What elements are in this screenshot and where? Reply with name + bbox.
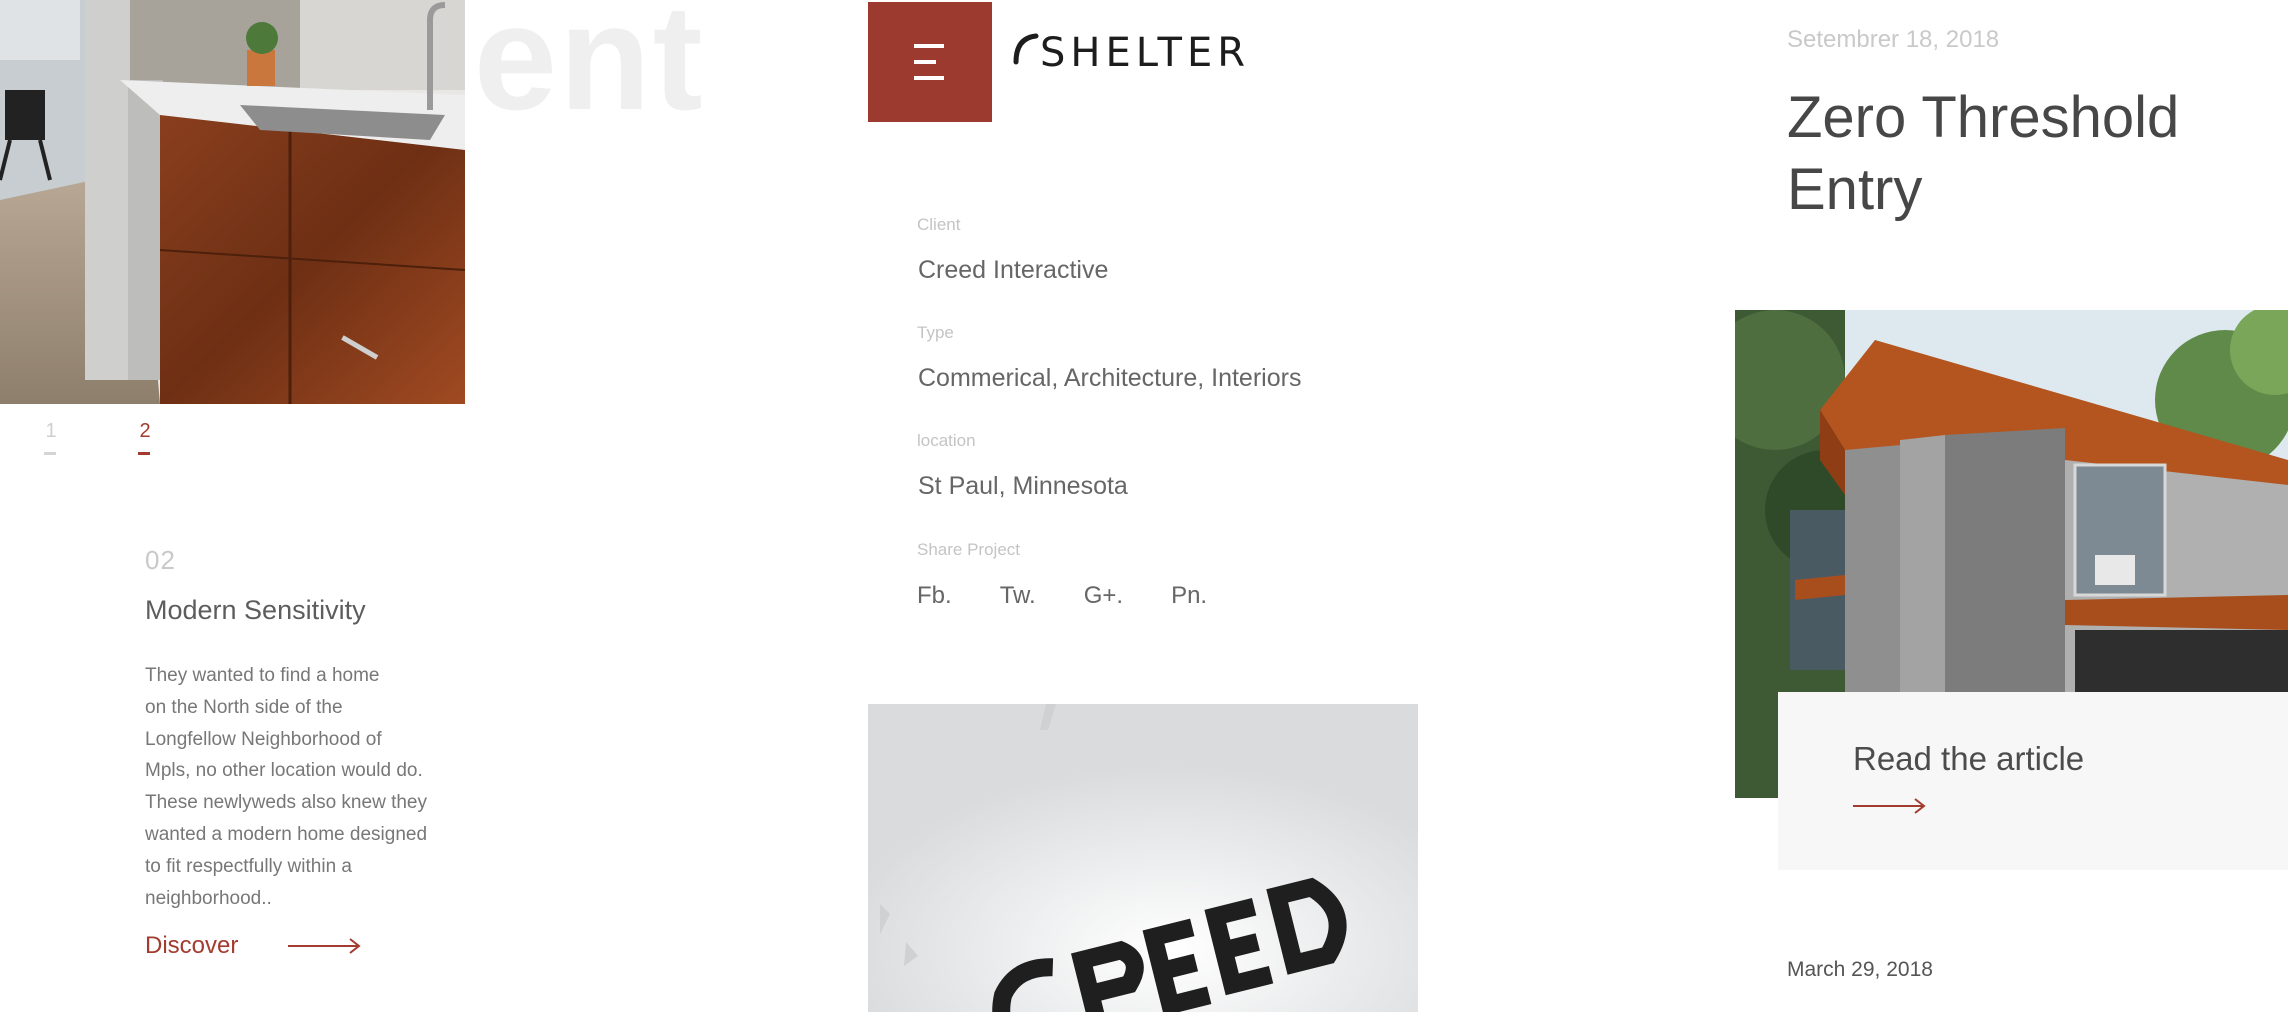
slide-description-line: on the North side of the xyxy=(145,696,343,718)
read-article-link[interactable]: Read the article xyxy=(1853,740,2084,778)
slider-pagination: 1 2 xyxy=(40,420,156,455)
share-twitter-link[interactable]: Tw. xyxy=(1000,582,1036,610)
slide-description-line: neighborhood.. xyxy=(145,887,272,909)
slide-description-line: wanted a modern home designed xyxy=(145,823,428,845)
type-value: Commerical, Architecture, Interiors xyxy=(918,364,1302,392)
creed-sign-photo xyxy=(868,704,1418,1012)
logo-text: SHELTER xyxy=(1040,30,1251,76)
brand-logo[interactable]: SHELTER xyxy=(1010,28,1250,78)
arrow-right-icon[interactable] xyxy=(1853,796,1927,821)
share-facebook-link[interactable]: Fb. xyxy=(917,582,952,610)
share-links: Fb. Tw. G+. Pn. xyxy=(917,582,1207,610)
pager-item-1[interactable]: 1 xyxy=(40,420,62,455)
article-date: Setembrer 18, 2018 xyxy=(1787,26,2000,53)
client-label: Client xyxy=(917,215,961,234)
hamburger-menu-icon xyxy=(914,44,944,80)
article-title[interactable]: Zero Threshold Entry xyxy=(1787,82,2227,226)
location-label: location xyxy=(917,431,976,450)
slide-number: 02 xyxy=(145,545,176,575)
share-label: Share Project xyxy=(917,540,1020,559)
slide-description: They wanted to find a home on the North … xyxy=(145,660,465,914)
slide-description-line: to fit respectfully within a xyxy=(145,855,352,877)
next-article-date: March 29, 2018 xyxy=(1787,958,1933,981)
kitchen-photo xyxy=(0,0,465,404)
type-label: Type xyxy=(917,323,954,342)
slide-title: Modern Sensitivity xyxy=(145,595,366,625)
share-pinterest-link[interactable]: Pn. xyxy=(1171,582,1207,610)
article-card[interactable] xyxy=(1778,692,2288,870)
slide-description-line: Longfellow Neighborhood of xyxy=(145,728,382,750)
discover-link[interactable]: Discover xyxy=(145,932,362,960)
pager-item-2[interactable]: 2 xyxy=(134,420,156,455)
client-value: Creed Interactive xyxy=(918,256,1109,284)
menu-button[interactable] xyxy=(868,2,992,122)
location-value: St Paul, Minnesota xyxy=(918,472,1128,500)
discover-label: Discover xyxy=(145,932,239,959)
slide-description-line: Mpls, no other location would do. xyxy=(145,760,423,782)
arrow-right-icon xyxy=(288,938,361,954)
slide-description-line: These newlyweds also knew they xyxy=(145,792,427,814)
share-googleplus-link[interactable]: G+. xyxy=(1084,582,1123,610)
logo-mark-icon xyxy=(1013,33,1039,65)
slide-description-line: They wanted to find a home xyxy=(145,665,380,686)
